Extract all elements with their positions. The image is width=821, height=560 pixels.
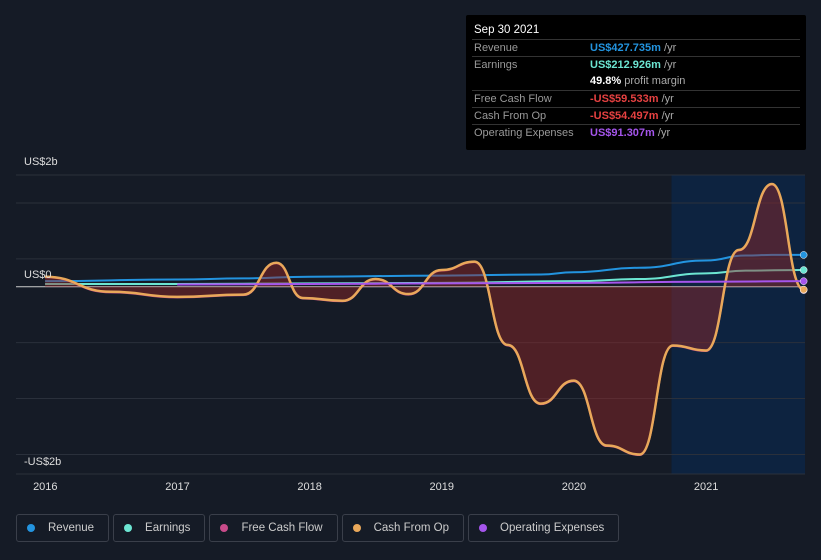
x-tick-label: 2020 [561,481,587,493]
tooltip-row: Operating Expenses US$91.307m /yr [472,124,800,141]
x-tick-label: 2018 [297,481,322,493]
tooltip-label: Cash From Op [474,110,547,122]
tooltip-row: Free Cash Flow -US$59.533m /yr [472,90,800,107]
legend-label: Cash From Op [373,522,450,534]
operating-expenses-end-point [799,277,808,285]
tooltip-unit: /yr [661,93,674,105]
tooltip-label: Earnings [474,59,518,71]
x-tick-label: 2016 [33,481,58,493]
tooltip-unit: /yr [664,42,677,54]
legend-label: Revenue [48,522,95,534]
tooltip-value: -US$54.497m [590,110,659,122]
tooltip-row: Revenue US$427.735m /yr [472,39,800,56]
revenue-end-point [799,251,808,259]
tooltip-row: Cash From Op -US$54.497m /yr [472,107,800,124]
tooltip-date: Sep 30 2021 [474,24,540,36]
legend-item-revenue[interactable]: Revenue [16,514,110,542]
tooltip-row: Earnings US$212.926m /yr [472,56,800,73]
x-tick-label: 2021 [693,481,719,493]
legend-dot-icon [220,524,229,532]
legend-item-earnings[interactable]: Earnings [113,514,206,542]
tooltip-unit: /yr [661,110,674,122]
legend-item-cash-from-op[interactable]: Cash From Op [341,514,465,542]
x-tick-label: 2017 [165,481,190,493]
legend-item-operating-expenses[interactable]: Operating Expenses [468,514,620,542]
y-label-bottom: -US$2b [24,456,62,468]
legend-dot-icon [124,524,133,532]
legend: Revenue Earnings Free Cash Flow Cash From O… [16,514,620,542]
legend-item-free-cash-flow[interactable]: Free Cash Flow [209,514,338,542]
legend-dot-icon [352,524,361,532]
tooltip-label: Revenue [474,42,519,54]
y-label-zero: US$0 [24,269,52,281]
tooltip-unit: /yr [657,127,671,139]
tooltip-value: US$212.926m [590,59,661,71]
legend-label: Operating Expenses [500,522,605,534]
tooltip-row: 49.8% profit margin [472,73,800,89]
legend-dot-icon [479,524,488,532]
cash-from-op-end-point [799,285,808,294]
legend-label: Free Cash Flow [241,522,323,534]
tooltip-label: Free Cash Flow [474,93,552,105]
y-label-top: US$2b [24,156,58,168]
tooltip-label: Operating Expenses [474,127,574,139]
tooltip: Sep 30 2021 Revenue US$427.735m /yr Earnin… [466,15,806,150]
tooltip-unit: /yr [664,59,677,71]
tooltip-value: US$91.307m [590,127,655,139]
legend-dot-icon [27,524,35,532]
tooltip-value: US$427.735m [590,42,661,54]
tooltip-value: 49.8% [590,75,622,87]
x-tick-label: 2019 [429,481,455,493]
earnings-end-point [799,266,808,274]
tooltip-unit: profit margin [624,75,686,87]
tooltip-value: -US$59.533m [590,93,659,105]
legend-label: Earnings [145,522,191,534]
